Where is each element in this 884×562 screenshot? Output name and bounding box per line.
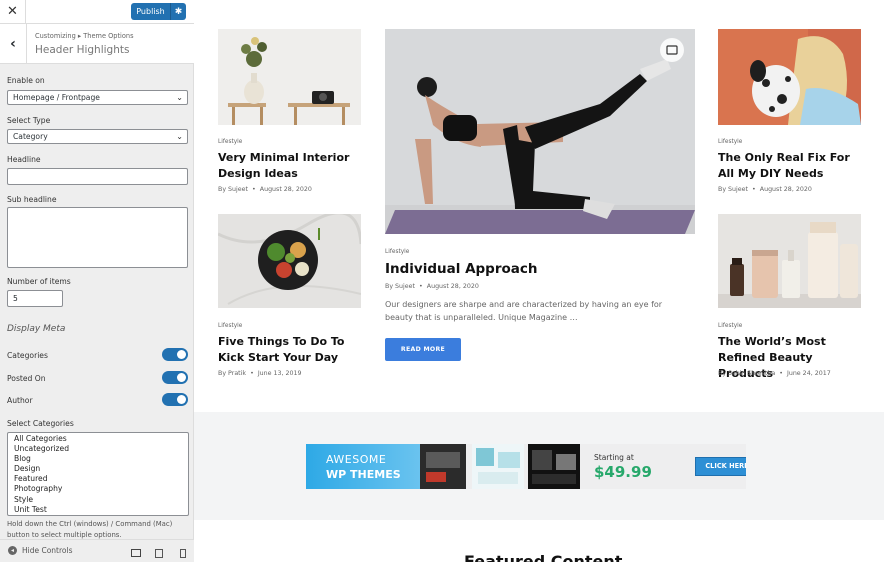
banner-price: $49.99: [594, 463, 652, 481]
meta-separator: •: [417, 283, 425, 290]
section-header: ‹ Customizing ▸ Theme Options Header Hig…: [0, 24, 194, 64]
post-meta: By Sujeet • August 28, 2020: [218, 186, 312, 193]
featured-post-title[interactable]: Individual Approach: [385, 259, 538, 279]
banner-wp-themes-text: WP THEMES: [326, 468, 401, 481]
chevron-down-icon: ⌄: [176, 93, 183, 102]
desktop-preview-icon[interactable]: [131, 549, 141, 557]
publish-label: Publish: [131, 3, 171, 20]
headline-input[interactable]: [7, 168, 188, 185]
post-meta: By Sakin Shrestha • June 24, 2017: [718, 370, 831, 377]
collapse-icon: ◂: [8, 546, 17, 555]
author-toggle[interactable]: [162, 393, 188, 406]
post-date[interactable]: August 28, 2020: [760, 186, 812, 193]
chevron-down-icon: ⌄: [176, 132, 183, 141]
customizer-window: ✕ Publish ✱ ‹ Customizing ▸ Theme Option…: [0, 0, 884, 562]
hide-controls-button[interactable]: ◂ Hide Controls: [8, 546, 73, 555]
post-title[interactable]: Very Minimal Interior Design Ideas: [218, 150, 363, 182]
categories-toggle[interactable]: [162, 348, 188, 361]
select-categories-label: Select Categories: [7, 419, 74, 428]
enable-on-label: Enable on: [7, 76, 45, 85]
toggle-label-author: Author: [7, 396, 33, 405]
banner-click-here-button[interactable]: CLICK HERE: [695, 457, 746, 476]
post-meta: By Sujeet • August 28, 2020: [385, 283, 479, 290]
toggle-label-posted-on: Posted On: [7, 374, 46, 383]
post-meta: By Sujeet • August 28, 2020: [718, 186, 812, 193]
post-date[interactable]: August 28, 2020: [260, 186, 312, 193]
post-date[interactable]: June 24, 2017: [787, 370, 831, 377]
meta-separator: •: [250, 186, 258, 193]
post-thumbnail-beauty[interactable]: [718, 214, 861, 308]
featured-post-excerpt: Our designers are sharpe and are charact…: [385, 300, 663, 322]
enable-on-select[interactable]: Homepage / Frontpage ⌄: [7, 90, 188, 105]
post-category[interactable]: Lifestyle: [218, 139, 242, 145]
category-option[interactable]: All Categories: [14, 434, 182, 444]
number-items-label: Number of items: [7, 277, 71, 286]
category-option[interactable]: Featured: [14, 474, 182, 484]
banner-brand-block: AWESOME WP THEMES: [306, 444, 420, 489]
number-items-input[interactable]: 5: [7, 290, 63, 307]
customizer-header: ✕ Publish ✱: [0, 0, 194, 24]
select-type-value: Category: [13, 132, 48, 141]
post-author[interactable]: By Sujeet: [385, 283, 415, 290]
publish-button[interactable]: Publish ✱: [131, 3, 186, 20]
post-thumbnail-interior[interactable]: [218, 29, 361, 125]
posted-on-toggle[interactable]: [162, 371, 188, 384]
post-category[interactable]: Lifestyle: [218, 323, 242, 329]
post-date[interactable]: June 13, 2019: [258, 370, 302, 377]
back-arrow-icon[interactable]: ‹: [0, 24, 27, 64]
post-author[interactable]: By Sakin Shrestha: [718, 370, 775, 377]
post-title[interactable]: Five Things To Do To Kick Start Your Day: [218, 334, 363, 366]
category-option[interactable]: Unit Test: [14, 505, 182, 515]
category-option[interactable]: Style: [14, 495, 182, 505]
display-meta-title: Display Meta: [7, 324, 66, 334]
meta-separator: •: [248, 370, 256, 377]
post-date[interactable]: August 28, 2020: [427, 283, 479, 290]
post-title[interactable]: The Only Real Fix For All My DIY Needs: [718, 150, 868, 182]
post-author[interactable]: By Sujeet: [718, 186, 748, 193]
post-category[interactable]: Lifestyle: [718, 139, 742, 145]
post-category[interactable]: Lifestyle: [718, 323, 742, 329]
read-more-button[interactable]: READ MORE: [385, 338, 461, 361]
post-meta: By Pratik • June 13, 2019: [218, 370, 302, 377]
site-preview: Lifestyle Very Minimal Interior Design I…: [194, 0, 884, 562]
meta-separator: •: [777, 370, 785, 377]
banner-awesome-text: AWESOME: [326, 453, 387, 466]
customizer-sidebar: ✕ Publish ✱ ‹ Customizing ▸ Theme Option…: [0, 0, 194, 562]
customizer-footer: ◂ Hide Controls: [0, 539, 194, 562]
post-thumbnail-salad[interactable]: [218, 214, 361, 308]
select-type-select[interactable]: Category ⌄: [7, 129, 188, 144]
featured-content-heading: Featured Content: [464, 552, 623, 562]
gear-icon[interactable]: ✱: [171, 7, 186, 17]
toggle-label-categories: Categories: [7, 351, 48, 360]
ad-banner[interactable]: AWESOME WP THEMES Starting at $49.99 CLI…: [306, 444, 746, 489]
breadcrumb: Customizing ▸ Theme Options: [35, 32, 134, 40]
category-option[interactable]: Design: [14, 464, 182, 474]
subheadline-label: Sub headline: [7, 195, 57, 204]
mobile-preview-icon[interactable]: [180, 549, 186, 558]
headline-label: Headline: [7, 155, 41, 164]
banner-theme-thumbnails: [420, 444, 580, 489]
category-option[interactable]: Blog: [14, 454, 182, 464]
select-type-label: Select Type: [7, 116, 51, 125]
close-icon[interactable]: ✕: [0, 0, 26, 24]
meta-separator: •: [750, 186, 758, 193]
multiselect-hint: Hold down the Ctrl (windows) / Command (…: [7, 520, 173, 539]
section-title: Header Highlights: [35, 44, 130, 56]
categories-multiselect[interactable]: All Categories Uncategorized Blog Design…: [7, 432, 189, 516]
post-thumbnail-dog[interactable]: [718, 29, 861, 125]
post-author[interactable]: By Sujeet: [218, 186, 248, 193]
enable-on-value: Homepage / Frontpage: [13, 93, 100, 102]
post-category[interactable]: Lifestyle: [385, 249, 409, 255]
category-option[interactable]: Photography: [14, 484, 182, 494]
tablet-preview-icon[interactable]: [155, 549, 163, 558]
subheadline-textarea[interactable]: [7, 207, 188, 268]
hide-controls-label: Hide Controls: [22, 546, 73, 555]
post-author[interactable]: By Pratik: [218, 370, 246, 377]
category-option[interactable]: Uncategorized: [14, 444, 182, 454]
banner-starting-at: Starting at: [594, 453, 634, 462]
featured-post-image[interactable]: [385, 29, 695, 234]
